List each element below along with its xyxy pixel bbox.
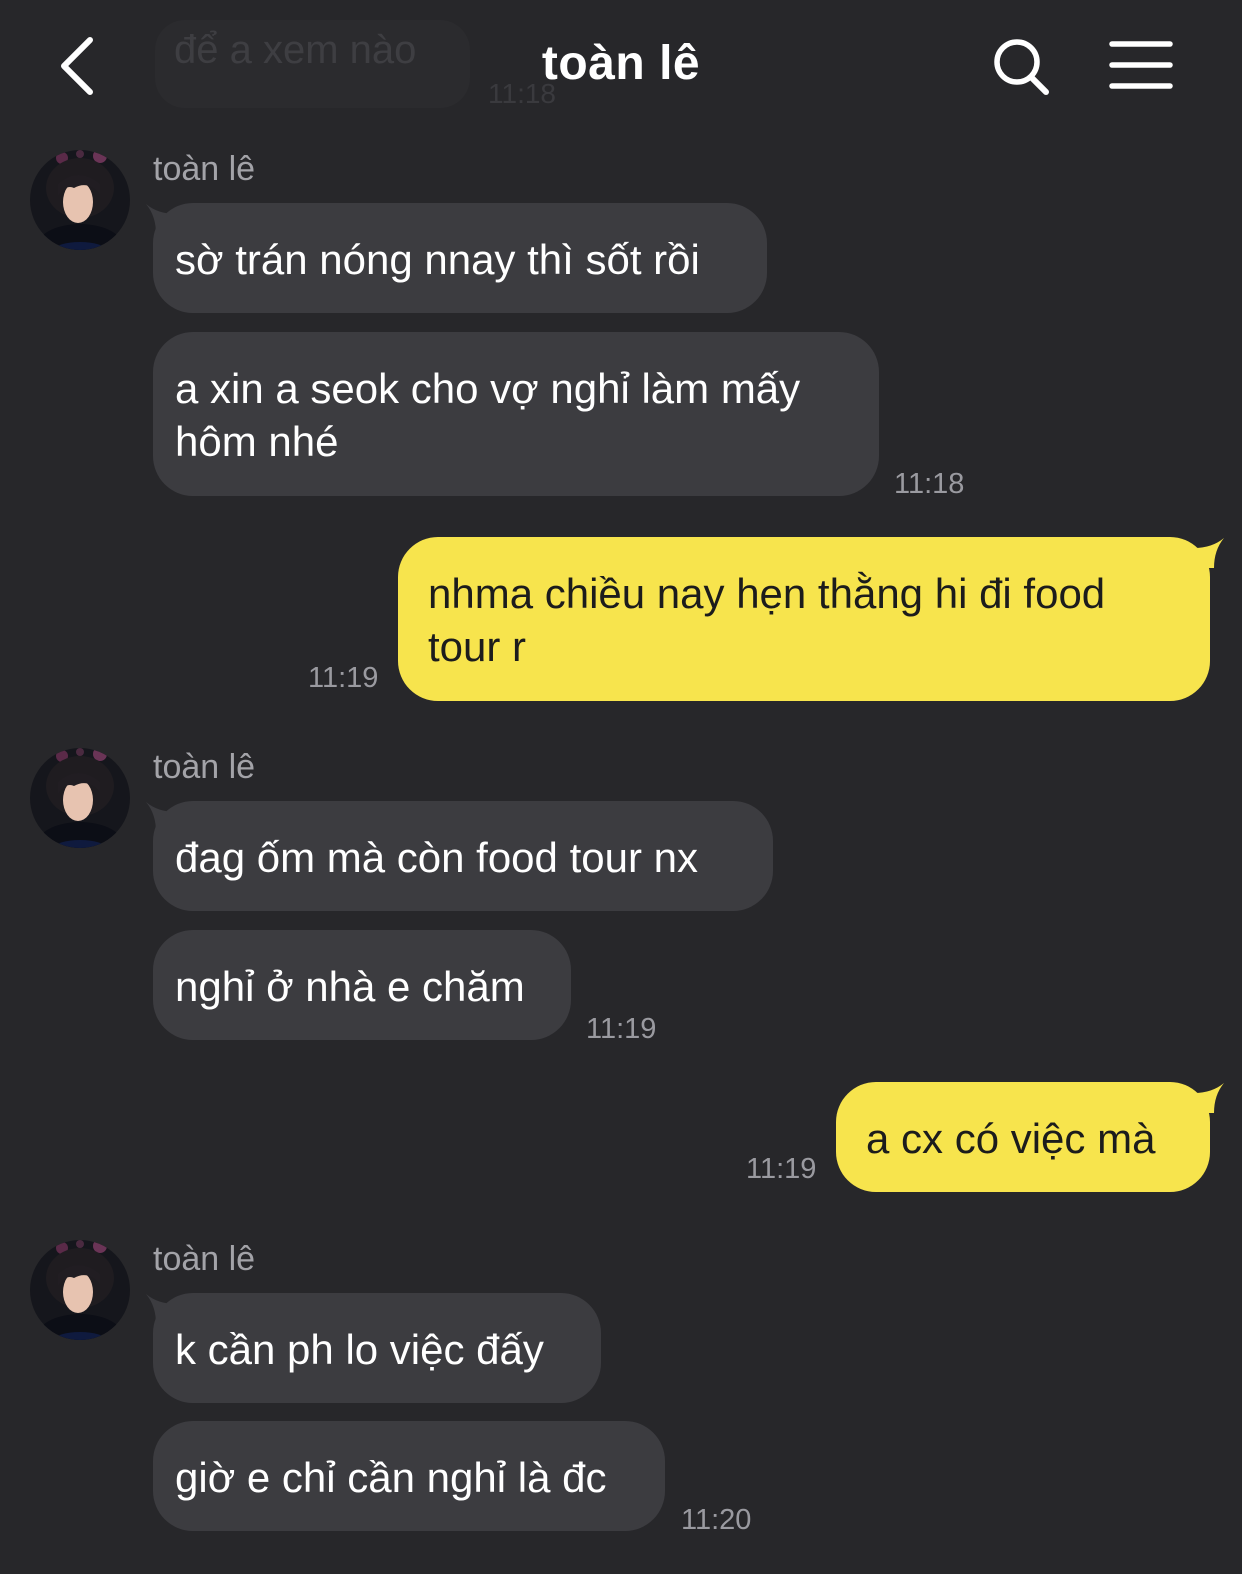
message-bubble-outgoing[interactable]: nhma chiều nay hẹn thằng hi đi food tour… [398,537,1210,701]
message-time: 11:19 [308,662,379,694]
message-time: 11:19 [586,1013,657,1045]
avatar[interactable] [30,1240,130,1340]
avatar[interactable] [30,748,130,848]
message-bubble[interactable]: giờ e chỉ cần nghỉ là đc [153,1421,665,1531]
message-bubble[interactable]: a xin a seok cho vợ nghỉ làm mấy hôm nhé [153,332,879,496]
avatar-photo [30,1240,130,1340]
message-bubble[interactable]: nghỉ ở nhà e chăm [153,930,571,1040]
message-bubble[interactable]: đag ốm mà còn food tour nx [153,801,773,911]
avatar[interactable] [30,150,130,250]
chat-header: để a xem nào 11:18 toàn lê [0,0,1242,130]
sender-name: toàn lê [153,150,256,188]
sender-name: toàn lê [153,1240,256,1278]
message-bubble[interactable]: sờ trán nóng nnay thì sốt rồi [153,203,767,313]
bubble-tail [1194,538,1224,568]
search-icon [994,39,1049,95]
message-time: 11:18 [894,468,965,500]
avatar-photo [30,150,130,250]
message-time: 11:19 [746,1153,817,1185]
message-bubble[interactable]: k cần ph lo việc đấy [153,1293,601,1403]
sender-name: toàn lê [153,748,256,786]
chat-title: toàn lê [541,37,701,90]
menu-button[interactable] [1108,38,1174,92]
message-time: 11:20 [681,1504,752,1536]
hamburger-menu-icon [1109,41,1173,89]
avatar-photo [30,748,130,848]
search-button[interactable] [990,36,1052,98]
message-bubble-outgoing[interactable]: a cx có việc mà [836,1082,1210,1192]
bubble-tail [1194,1083,1224,1113]
